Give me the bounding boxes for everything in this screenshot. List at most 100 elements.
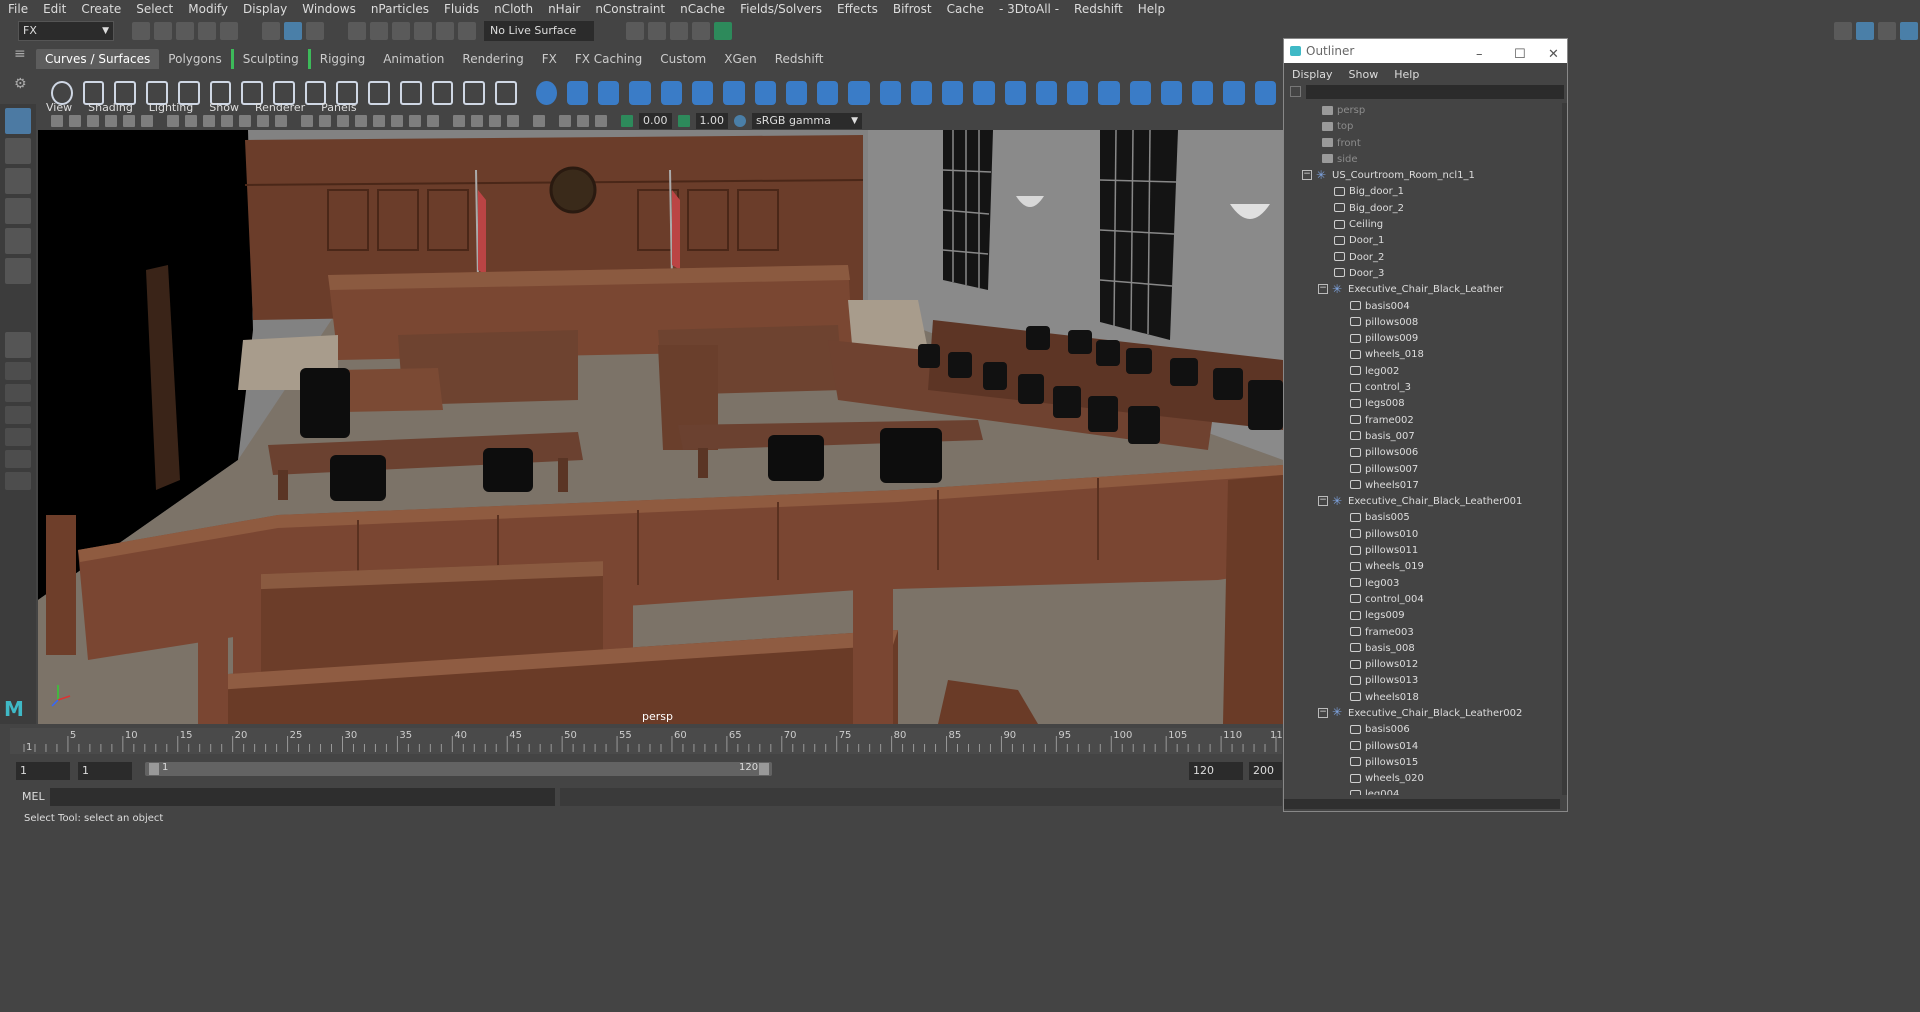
exposure-icon[interactable] <box>621 115 633 127</box>
shelf-tab-redshift[interactable]: Redshift <box>766 49 833 69</box>
outliner-item[interactable]: pillows007 <box>1284 462 1560 478</box>
default-material-icon[interactable] <box>337 115 349 127</box>
menu-set-selector[interactable]: FX ▼ <box>18 21 114 41</box>
shelf-menu-icon[interactable]: ≡ <box>14 46 34 66</box>
field-chart-icon[interactable] <box>239 115 251 127</box>
menu-redshift[interactable]: Redshift <box>1074 2 1123 16</box>
layout-menu-icon[interactable] <box>5 472 31 490</box>
hypershade-layout-icon[interactable] <box>5 428 31 446</box>
new-scene-icon[interactable] <box>132 22 150 40</box>
ambient-occlusion-icon[interactable] <box>453 115 465 127</box>
loft-icon[interactable] <box>754 81 776 105</box>
close-icon[interactable]: ✕ <box>1548 43 1559 67</box>
outliner-item[interactable]: leg004 <box>1284 787 1560 795</box>
safe-action-icon[interactable] <box>257 115 269 127</box>
add-points-icon[interactable] <box>463 81 486 105</box>
snap-curve-icon[interactable] <box>370 22 388 40</box>
xray-joints-icon[interactable] <box>391 115 403 127</box>
grease-pencil-icon[interactable] <box>141 115 153 127</box>
grid-toggle-icon[interactable] <box>167 115 179 127</box>
outliner-item[interactable]: control_004 <box>1284 592 1560 608</box>
undo-icon[interactable] <box>198 22 216 40</box>
bookmark-icon[interactable] <box>87 115 99 127</box>
outliner-item[interactable]: top <box>1284 119 1560 135</box>
xray-active-icon[interactable] <box>559 115 571 127</box>
hypershade-icon[interactable] <box>714 22 732 40</box>
rebuild-surface-icon[interactable] <box>1223 81 1245 105</box>
extend-surface-icon[interactable] <box>1192 81 1214 105</box>
outliner-item[interactable]: basis004 <box>1284 299 1560 315</box>
outliner-item[interactable]: control_3 <box>1284 380 1560 396</box>
attribute-editor-toggle-icon[interactable] <box>1856 22 1874 40</box>
outliner-item[interactable]: pillows008 <box>1284 315 1560 331</box>
outliner-item[interactable]: basis006 <box>1284 722 1560 738</box>
outliner-item[interactable]: − ✳ Executive_Chair_Black_Leather <box>1284 282 1560 298</box>
collapse-toggle-icon[interactable]: − <box>1318 707 1328 718</box>
untrim-icon[interactable] <box>1067 81 1089 105</box>
select-hierarchy-icon[interactable] <box>262 22 280 40</box>
outliner-item[interactable]: wheels_018 <box>1284 347 1560 363</box>
outliner-item[interactable]: basis_008 <box>1284 641 1560 657</box>
four-view-layout-icon[interactable] <box>5 362 31 380</box>
outliner-item[interactable]: pillows010 <box>1284 527 1560 543</box>
outliner-item[interactable]: front <box>1284 136 1560 152</box>
color-space-dropdown[interactable]: sRGB gamma ▼ <box>752 113 862 129</box>
nurbs-cube-icon[interactable] <box>566 81 589 105</box>
menu-create[interactable]: Create <box>81 2 121 16</box>
outliner-item[interactable]: − ✳ Executive_Chair_Black_Leather002 <box>1284 706 1560 722</box>
square-surface-icon[interactable] <box>942 81 964 105</box>
outliner-item[interactable]: pillows011 <box>1284 543 1560 559</box>
outliner-item[interactable]: legs009 <box>1284 608 1560 624</box>
insert-isoparm-icon[interactable] <box>1160 81 1183 105</box>
collapse-toggle-icon[interactable]: − <box>1302 170 1312 181</box>
shelf-gear-icon[interactable]: ⚙ <box>14 76 34 96</box>
outliner-menu-display[interactable]: Display <box>1292 68 1333 81</box>
resolution-gate-icon[interactable] <box>203 115 215 127</box>
detach-surfaces-icon[interactable] <box>1129 81 1151 105</box>
shelf-tab-custom[interactable]: Custom <box>651 49 715 69</box>
single-perspective-layout-icon[interactable] <box>5 332 31 358</box>
menu-ncache[interactable]: nCache <box>680 2 725 16</box>
outliner-item[interactable]: pillows009 <box>1284 331 1560 347</box>
outliner-item[interactable]: Big_door_2 <box>1284 201 1560 217</box>
nurbs-sphere-icon[interactable] <box>535 81 557 105</box>
mel-input[interactable] <box>50 788 555 806</box>
collapse-toggle-icon[interactable]: − <box>1318 284 1328 295</box>
live-surface-field[interactable]: No Live Surface <box>484 21 594 41</box>
outliner-item[interactable]: side <box>1284 152 1560 168</box>
render-settings-icon[interactable] <box>692 22 710 40</box>
gamma-field[interactable]: 1.00 <box>695 113 728 129</box>
lasso-tool-icon[interactable] <box>5 138 31 164</box>
planar-icon[interactable] <box>785 81 808 105</box>
extrude-icon[interactable] <box>817 81 839 105</box>
range-start-handle[interactable] <box>149 763 159 775</box>
outliner-item[interactable]: legs008 <box>1284 396 1560 412</box>
shelf-tab-curves-surfaces[interactable]: Curves / Surfaces <box>36 49 160 69</box>
menu-display[interactable]: Display <box>243 2 287 16</box>
menu-nhair[interactable]: nHair <box>548 2 580 16</box>
ipr-render-icon[interactable] <box>670 22 688 40</box>
outliner-item[interactable]: Ceiling <box>1284 217 1560 233</box>
workspace-icon[interactable] <box>1834 22 1852 40</box>
nurbs-plane-icon[interactable] <box>660 81 682 105</box>
revolve-icon[interactable] <box>723 81 745 105</box>
outliner-title-bar[interactable]: Outliner – ☐ ✕ <box>1284 39 1567 63</box>
outliner-item[interactable]: frame002 <box>1284 413 1560 429</box>
range-slider[interactable]: 1 120 <box>145 762 772 776</box>
menu-ncloth[interactable]: nCloth <box>494 2 533 16</box>
outliner-search-input[interactable] <box>1306 85 1564 99</box>
outliner-item[interactable]: Door_3 <box>1284 266 1560 282</box>
open-scene-icon[interactable] <box>154 22 172 40</box>
outliner-item[interactable]: pillows014 <box>1284 739 1560 755</box>
project-curve-icon[interactable] <box>973 81 995 105</box>
menu-help[interactable]: Help <box>1138 2 1165 16</box>
bevel-plus-icon[interactable] <box>879 81 901 105</box>
rotate-tool-icon[interactable] <box>5 228 31 254</box>
shelf-tab-xgen[interactable]: XGen <box>715 49 766 69</box>
offset-curve-icon[interactable] <box>399 81 422 105</box>
collapse-toggle-icon[interactable]: − <box>1318 496 1328 507</box>
outliner-horizontal-scrollbar[interactable] <box>1284 799 1560 809</box>
isolate-select-icon[interactable] <box>533 115 545 127</box>
select-object-icon[interactable] <box>284 22 302 40</box>
snap-grid-icon[interactable] <box>348 22 366 40</box>
